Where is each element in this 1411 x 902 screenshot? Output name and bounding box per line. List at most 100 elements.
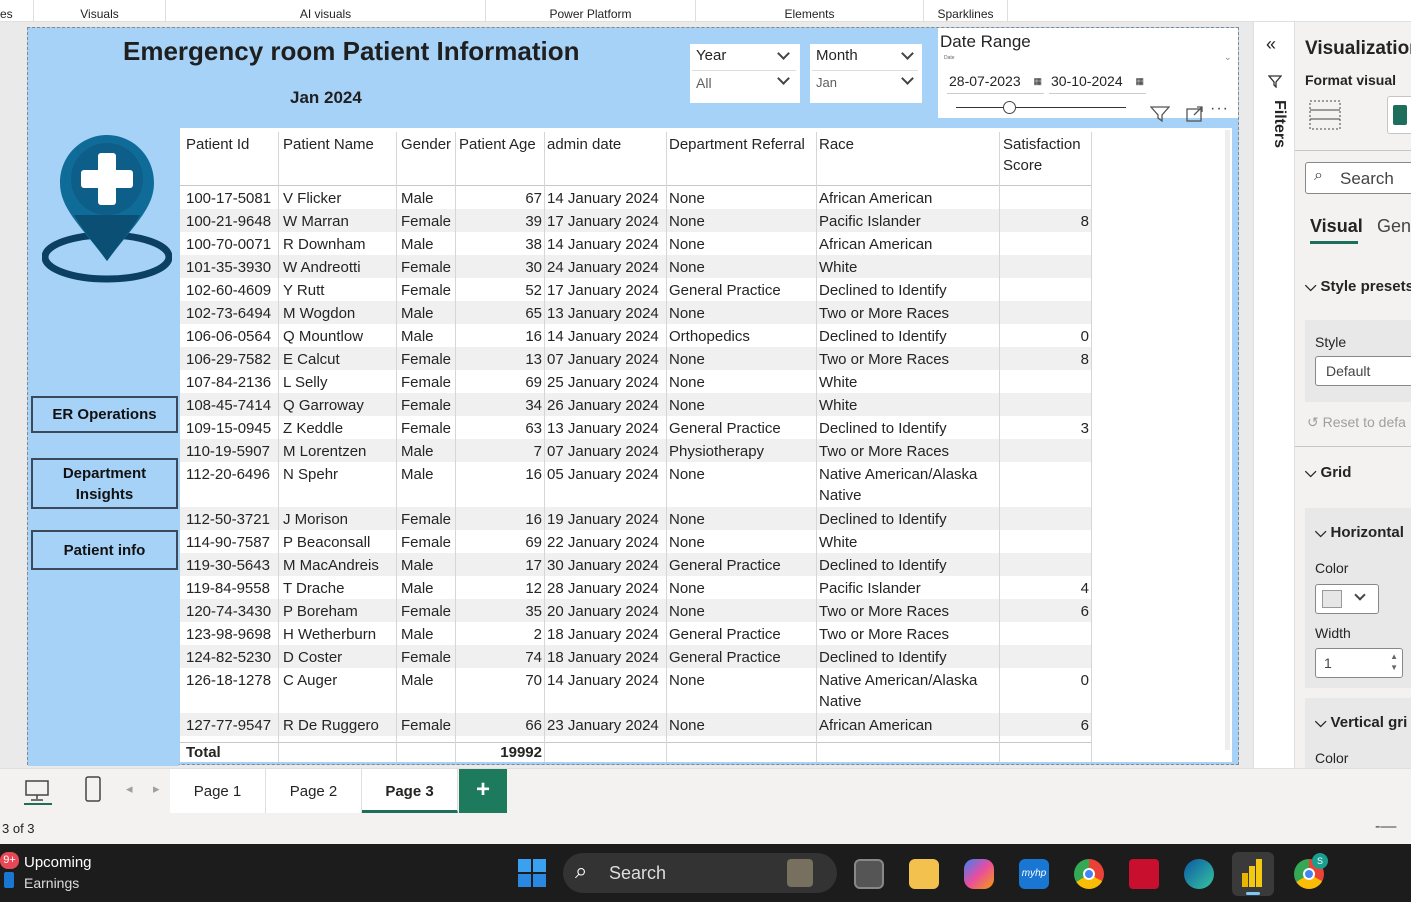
patient-info-button[interactable]: Patient info — [31, 530, 178, 570]
cell-admin-date: 17 January 2024 — [547, 282, 659, 299]
zoom-slider[interactable]: -— — [1375, 818, 1396, 836]
reset-to-default[interactable]: ↺ Reset to defa — [1307, 414, 1406, 431]
desktop-layout-icon[interactable] — [24, 777, 52, 805]
chevron-down-icon[interactable]: ⌄ — [1224, 52, 1232, 63]
chevron-down-icon[interactable] — [777, 72, 790, 85]
copilot-icon[interactable] — [964, 859, 994, 889]
ribbon-group-power-platform[interactable]: Power Platform — [486, 0, 696, 22]
ribbon-group-visuals[interactable]: Visuals — [34, 0, 166, 22]
table-row[interactable]: 100-17-5081 V Flicker Male 67 14 January 202… — [180, 186, 1092, 209]
date-start-input[interactable]: 28-07-2023 ▦ — [947, 70, 1044, 94]
table-row[interactable]: 102-60-4609 Y Rutt Female 52 17 January 2024… — [180, 278, 1092, 301]
focus-mode-icon[interactable] — [1186, 106, 1204, 122]
table-row[interactable]: 114-90-7587 P Beaconsall Female 69 22 Januar… — [180, 530, 1092, 553]
myhp-icon[interactable]: myhp — [1019, 859, 1049, 889]
table-row[interactable]: 106-06-0564 Q Mountlow Male 16 14 January 20… — [180, 324, 1092, 347]
calendar-icon[interactable]: ▦ — [1135, 70, 1144, 92]
filters-pane[interactable]: « Filters — [1253, 22, 1295, 768]
table-row[interactable]: 102-73-6494 M Wogdon Male 65 13 January 2024… — [180, 301, 1092, 324]
year-slicer[interactable]: Year All — [690, 44, 800, 103]
table-row[interactable]: 100-70-0071 R Downham Male 38 14 January 202… — [180, 232, 1092, 255]
table-row[interactable]: 109-15-0945 Z Keddle Female 63 13 January 20… — [180, 416, 1092, 439]
edge-icon[interactable] — [1184, 859, 1214, 889]
scroll-left-icon[interactable]: ◂ — [126, 781, 133, 797]
table-row[interactable]: 100-21-9648 W Marran Female 39 17 January 20… — [180, 209, 1092, 232]
ribbon-group-sparklines[interactable]: Sparklines — [924, 0, 1008, 22]
date-slider-track[interactable] — [956, 107, 1126, 108]
tab-page-1[interactable]: Page 1 — [170, 769, 266, 813]
table-row[interactable]: 112-50-3721 J Morison Female 16 19 January 2… — [180, 507, 1092, 530]
table-row[interactable]: 126-18-1278 C Auger Male 70 14 January 2024 N… — [180, 668, 1092, 713]
viz-search-input[interactable]: ⌕ Search — [1305, 162, 1411, 194]
task-view-icon[interactable] — [854, 859, 884, 889]
chevron-down-icon[interactable] — [901, 72, 914, 85]
header-patient-age[interactable]: Patient Age — [459, 134, 536, 155]
ribbon-group-ai-visuals[interactable]: AI visuals — [166, 0, 486, 22]
stepper-icon[interactable]: ▲ ▼ — [1390, 651, 1398, 673]
build-visual-icon[interactable] — [1309, 100, 1341, 130]
taskbar-search[interactable]: ⌕ Search — [563, 853, 837, 893]
header-patient-id[interactable]: Patient Id — [186, 134, 249, 155]
more-options-icon[interactable]: ··· — [1210, 100, 1229, 118]
date-end-input[interactable]: 30-10-2024 ▦ — [1049, 70, 1146, 94]
patient-table[interactable]: Patient Id Patient Name Gender Patient A… — [180, 128, 1232, 762]
table-row[interactable]: 124-82-5230 D Coster Female 74 18 January 20… — [180, 645, 1092, 668]
header-patient-name[interactable]: Patient Name — [283, 134, 374, 155]
filter-icon[interactable] — [1150, 105, 1170, 123]
date-range-slicer[interactable]: Date Range Date ⌄ 28-07-2023 ▦ 30-10-202… — [938, 28, 1238, 123]
width-input[interactable]: 1 ▲ ▼ — [1315, 648, 1403, 678]
collapse-filters-icon[interactable]: « — [1266, 34, 1276, 55]
mobile-layout-icon[interactable] — [84, 775, 102, 803]
table-row[interactable]: 112-20-6496 N Spehr Male 16 05 January 2024 N… — [180, 462, 1092, 507]
grid-section[interactable]: ⌵ Grid — [1305, 464, 1351, 481]
header-race[interactable]: Race — [819, 134, 854, 155]
chrome-profile-icon[interactable]: S — [1294, 853, 1328, 889]
table-row[interactable]: 107-84-2136 L Selly Female 69 25 January 202… — [180, 370, 1092, 393]
windows-start-icon[interactable] — [518, 859, 547, 888]
news-widget-title[interactable]: Upcoming — [24, 854, 92, 871]
month-slicer-value[interactable]: Jan — [816, 75, 837, 90]
table-row[interactable]: 108-45-7414 Q Garroway Female 34 26 January … — [180, 393, 1092, 416]
table-row[interactable]: 106-29-7582 E Calcut Female 13 07 January 20… — [180, 347, 1092, 370]
table-row[interactable]: 110-19-5907 M Lorentzen Male 7 07 January 20… — [180, 439, 1092, 462]
header-department-referral[interactable]: Department Referral — [669, 134, 805, 155]
table-row[interactable]: 119-84-9558 T Drache Male 12 28 January 2024… — [180, 576, 1092, 599]
filters-label[interactable]: Filters — [1262, 100, 1288, 160]
table-row[interactable]: 123-98-9698 H Wetherburn Male 2 18 January 2… — [180, 622, 1092, 645]
header-gender[interactable]: Gender — [401, 134, 451, 155]
chevron-down-icon[interactable] — [777, 47, 790, 60]
mcafee-icon[interactable] — [1129, 859, 1159, 889]
er-operations-button[interactable]: ER Operations — [31, 396, 178, 433]
chevron-down-icon[interactable] — [901, 47, 914, 60]
format-visual-icon[interactable] — [1387, 96, 1411, 134]
date-slider-handle[interactable] — [1003, 101, 1016, 114]
department-insights-button[interactable]: Department Insights — [31, 458, 178, 509]
style-presets-section[interactable]: ⌵ Style presets — [1305, 278, 1411, 295]
ribbon-group-partial[interactable]: es — [0, 0, 34, 22]
news-widget-subtitle[interactable]: Earnings — [24, 875, 79, 891]
scroll-right-icon[interactable]: ▸ — [153, 781, 160, 797]
table-row[interactable]: 120-74-3430 P Boreham Female 35 20 January 2… — [180, 599, 1092, 622]
horizontal-color-picker[interactable] — [1315, 584, 1379, 614]
header-admin-date[interactable]: admin date — [547, 134, 621, 155]
table-row[interactable]: 127-77-9547 R De Ruggero Female 66 23 Januar… — [180, 713, 1092, 736]
tab-page-3[interactable]: Page 3 — [362, 769, 458, 813]
tab-page-2[interactable]: Page 2 — [266, 769, 362, 813]
calendar-icon[interactable]: ▦ — [1033, 70, 1042, 92]
vertical-section[interactable]: ⌵ Vertical gri — [1315, 714, 1407, 731]
table-row[interactable]: 119-30-5643 M MacAndreis Male 17 30 January … — [180, 553, 1092, 576]
tab-general[interactable]: Gene — [1377, 216, 1411, 237]
style-dropdown[interactable]: Default — [1315, 356, 1411, 386]
year-slicer-value[interactable]: All — [696, 75, 712, 91]
file-explorer-icon[interactable] — [909, 859, 939, 889]
table-scrollbar[interactable] — [1225, 130, 1230, 750]
powerbi-taskbar-button[interactable] — [1232, 852, 1274, 896]
horizontal-section[interactable]: ⌵ Horizontal — [1315, 524, 1404, 541]
ribbon-group-elements[interactable]: Elements — [696, 0, 924, 22]
add-page-button[interactable]: + — [459, 769, 507, 813]
month-slicer[interactable]: Month Jan — [810, 44, 922, 103]
header-satisfaction-score[interactable]: Satisfaction Score — [1003, 134, 1091, 176]
tab-visual[interactable]: Visual — [1310, 216, 1363, 237]
table-row[interactable]: 101-35-3930 W Andreotti Female 30 24 January… — [180, 255, 1092, 278]
chrome-icon[interactable] — [1074, 859, 1104, 889]
